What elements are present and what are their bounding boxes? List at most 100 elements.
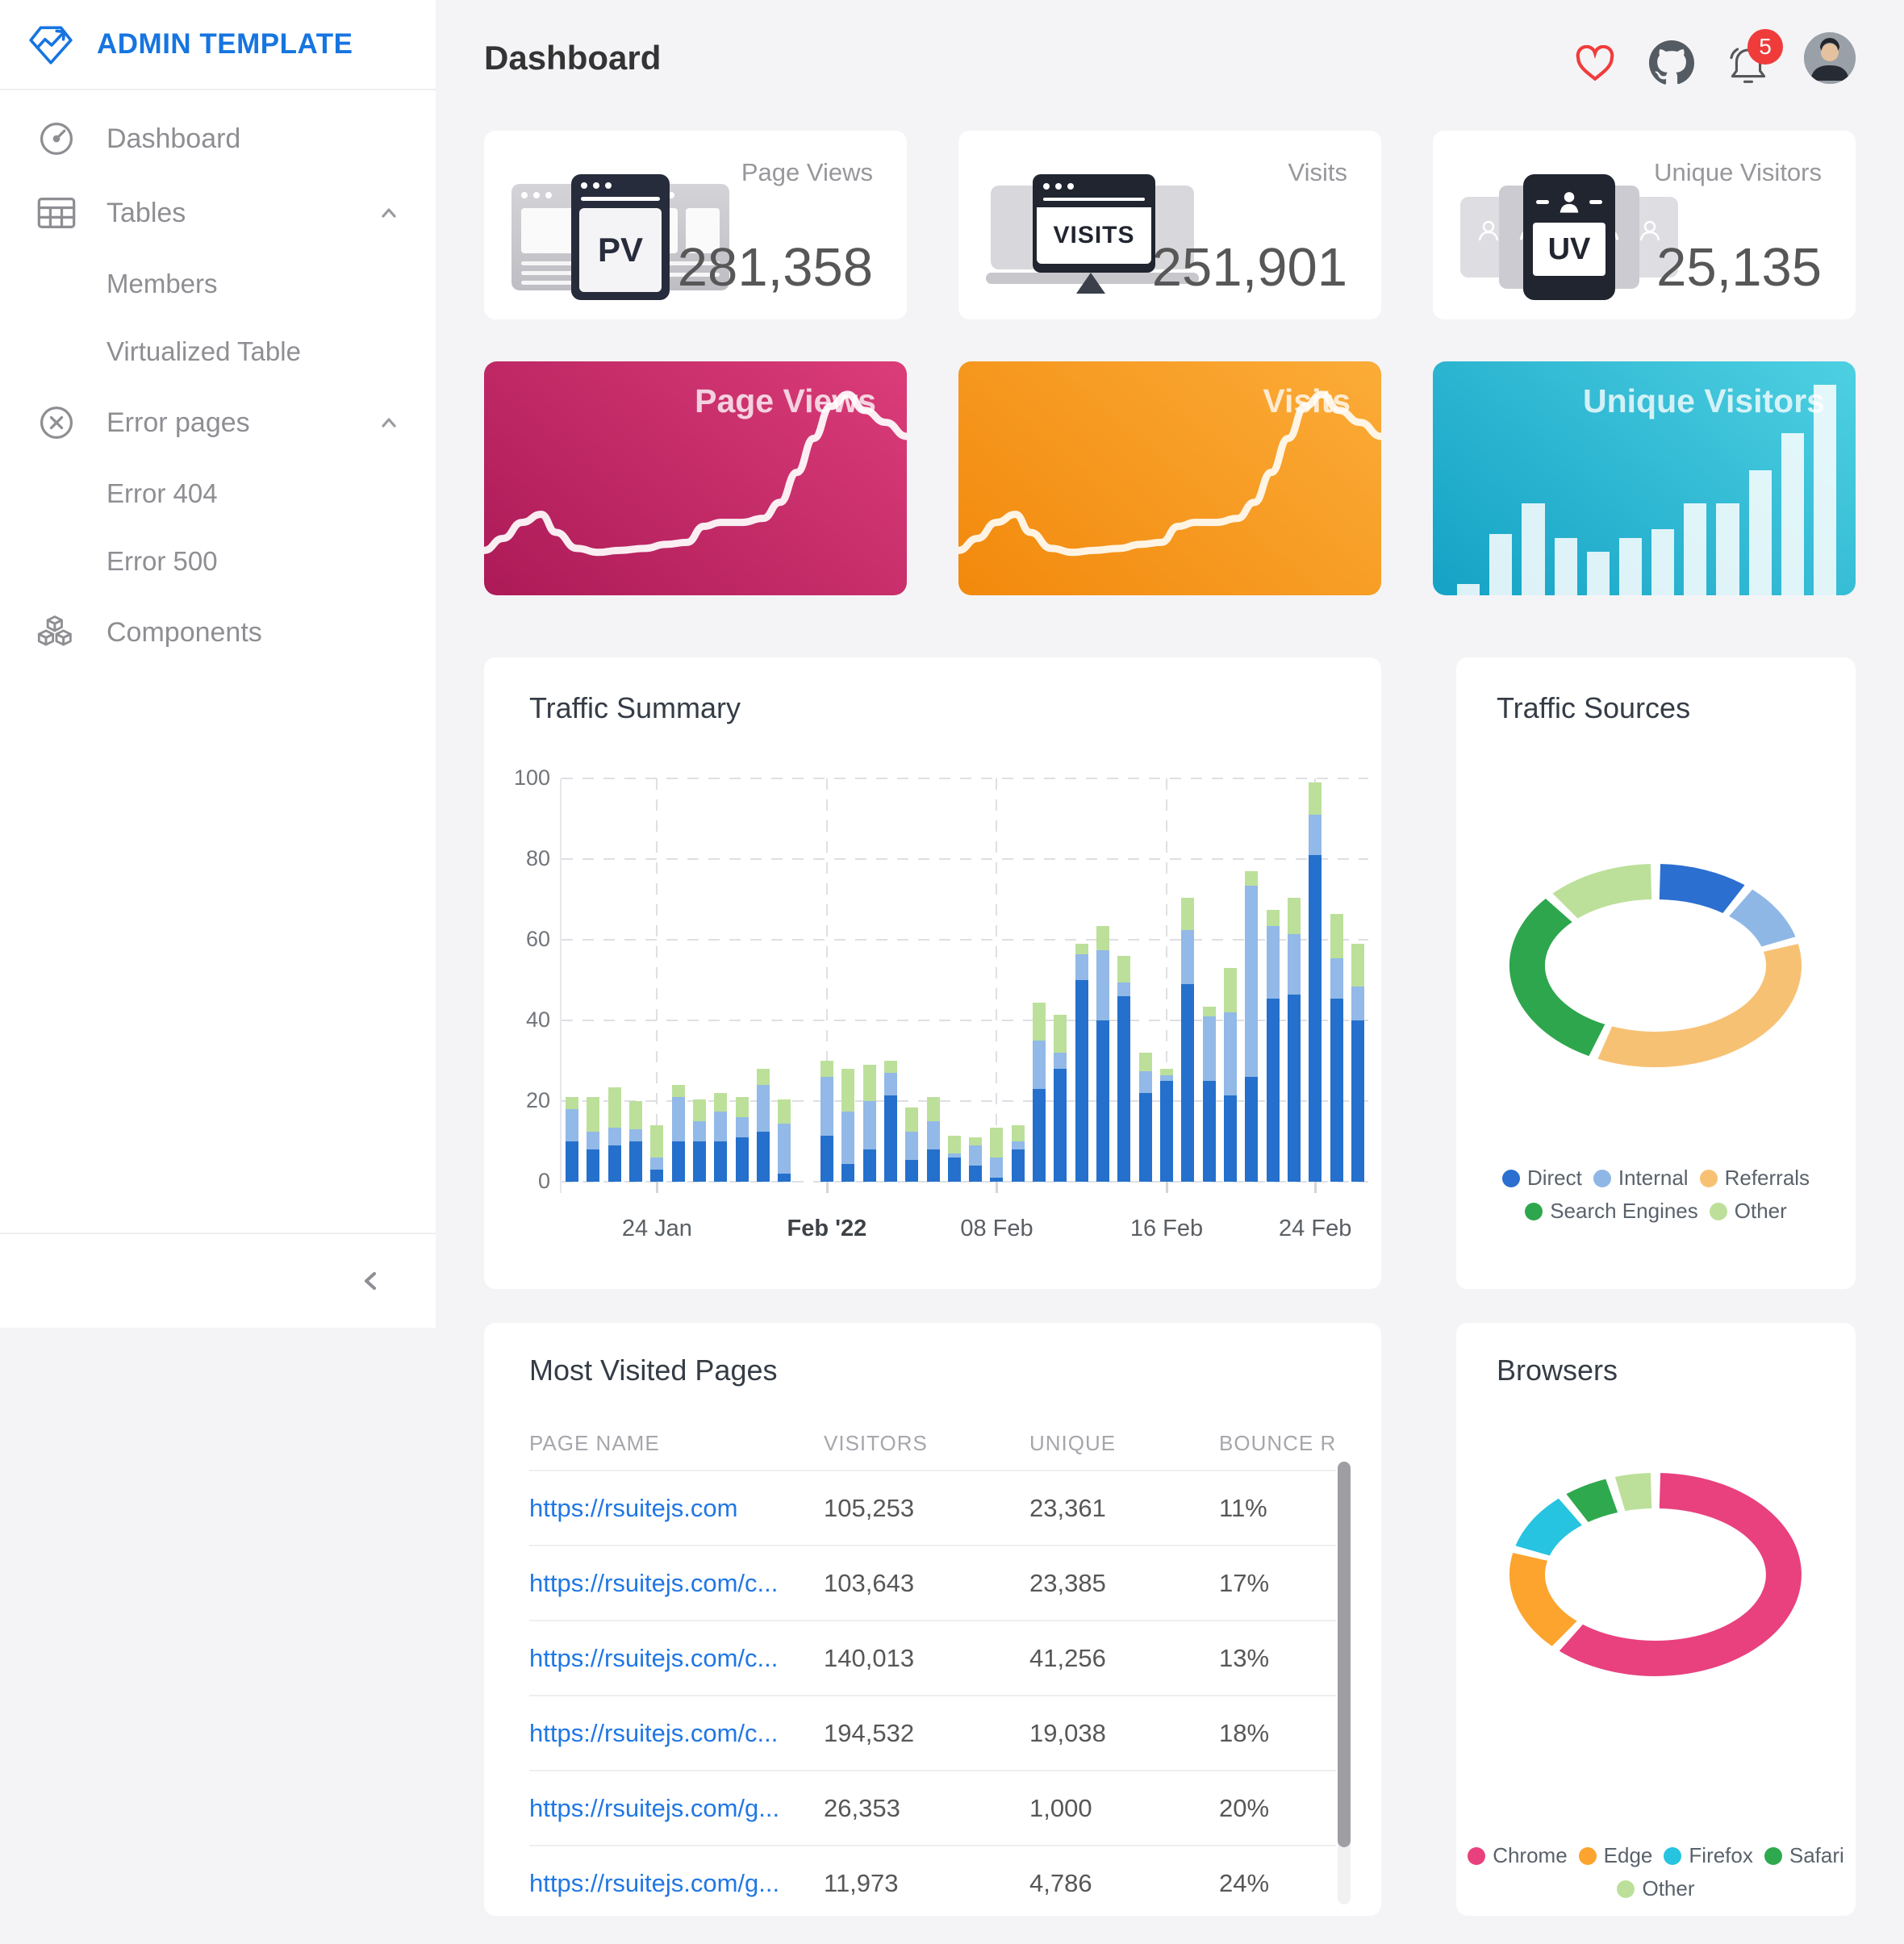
legend-item: Edge [1579,1843,1653,1868]
sidebar-item-dashboard[interactable]: Dashboard [0,102,436,176]
traffic-summary-bar [1267,910,1280,1183]
traffic-summary-bar [1351,944,1364,1182]
sidebar-subitem-label: Error 404 [106,478,218,509]
bar-segment-secondary [1054,1053,1067,1069]
heart-icon[interactable] [1575,45,1615,82]
bar-segment-primary [841,1164,854,1183]
table-scrollbar-thumb[interactable] [1338,1462,1351,1847]
page-link[interactable]: https://rsuitejs.com [529,1494,737,1522]
table-column-header: VISITORS [824,1431,1029,1456]
bar-segment-tertiary [905,1108,918,1132]
stat-card-visits: Visits VISITS 251,901 [958,131,1381,319]
trend-bar [1555,538,1577,595]
bar-segment-primary [1096,1020,1109,1182]
page-name-cell: https://rsuitejs.com [529,1494,824,1523]
bar-segment-tertiary [884,1061,897,1073]
table-row: https://rsuitejs.com105,25323,36111% [529,1470,1336,1545]
trend-bar [1684,503,1706,595]
bar-segment-primary [990,1178,1003,1182]
x-axis-tick [996,1182,998,1193]
bar-segment-tertiary [1288,898,1301,934]
gridline [562,858,1368,860]
page-link[interactable]: https://rsuitejs.com/g... [529,1794,779,1822]
bar-segment-tertiary [863,1065,876,1101]
donut-slice-firefox [1514,1497,1583,1556]
x-axis-tick [656,1182,658,1193]
bar-segment-tertiary [1245,871,1258,886]
donut-slice-other [1614,1472,1653,1512]
uv-icon-text: UV [1533,223,1605,276]
bar-segment-primary [948,1158,961,1182]
sidebar-item-label: Components [106,617,262,649]
bar-segment-secondary [566,1109,578,1141]
sidebar-footer [0,1233,436,1328]
legend-item: Other [1710,1199,1787,1224]
traffic-summary-bar [608,1087,621,1183]
brand[interactable]: ADMIN TEMPLATE [0,0,436,90]
traffic-summary-bar [1033,1003,1046,1183]
legend-item: Search Engines [1525,1199,1698,1224]
bar-segment-primary [672,1141,685,1182]
bar-segment-secondary [884,1073,897,1095]
stat-label: Page Views [741,158,873,187]
sidebar-item-members[interactable]: Members [0,250,436,318]
page-link[interactable]: https://rsuitejs.com/g... [529,1869,779,1897]
table-header-row: PAGE NAMEVISITORSUNIQUEBOUNCE RATE [529,1416,1336,1470]
unique-visitors-trend-card[interactable]: Unique Visitors [1433,361,1856,595]
bar-segment-primary [1245,1077,1258,1182]
sidebar-item-error-500[interactable]: Error 500 [0,528,436,595]
browsers-card: Browsers ChromeEdgeFirefoxSafariOther [1456,1323,1856,1916]
bar-segment-secondary [1288,934,1301,995]
sidebar-item-error-404[interactable]: Error 404 [0,460,436,528]
avatar-image [1804,32,1856,84]
bar-segment-tertiary [650,1125,663,1158]
unique-cell: 4,786 [1029,1869,1219,1898]
traffic-summary-bar [1139,1053,1152,1182]
github-icon[interactable] [1649,40,1694,86]
table-row: https://rsuitejs.com/c...103,64323,38517… [529,1545,1336,1620]
bar-segment-tertiary [1160,1069,1173,1075]
legend-dot-icon [1664,1847,1681,1865]
bar-segment-tertiary [672,1085,685,1097]
bar-segment-secondary [1139,1071,1152,1094]
page-link[interactable]: https://rsuitejs.com/c... [529,1644,778,1672]
page-views-trend-card[interactable]: Page Views [484,361,907,595]
bar-segment-tertiary [587,1097,599,1132]
legend-label: Direct [1527,1166,1582,1191]
page-link[interactable]: https://rsuitejs.com/c... [529,1569,778,1597]
page-name-cell: https://rsuitejs.com/c... [529,1569,824,1598]
bar-segment-secondary [1245,886,1258,1078]
sidebar-item-error-pages[interactable]: Error pages [0,386,436,460]
bar-segment-primary [714,1141,727,1182]
bar-segment-tertiary [841,1069,854,1112]
sidebar-item-components[interactable]: Components [0,595,436,670]
bar-segment-primary [1309,855,1322,1182]
sidebar-item-virtualized-table[interactable]: Virtualized Table [0,318,436,386]
legend-dot-icon [1468,1847,1485,1865]
collapse-sidebar-button[interactable] [358,1267,382,1295]
trend-bar [1619,538,1642,595]
traffic-summary-bar [1054,1015,1067,1183]
traffic-sources-legend: DirectInternalReferralsSearch EnginesOth… [1463,1166,1850,1224]
x-axis-label: 16 Feb [1102,1216,1231,1242]
legend-item: Internal [1593,1166,1689,1191]
legend-dot-icon [1710,1203,1727,1220]
avatar[interactable] [1804,32,1856,84]
chevron-up-icon [378,411,400,434]
traffic-summary-bar [714,1093,727,1182]
x-axis-label: 08 Feb [932,1216,1061,1242]
donut-slice-edge [1509,1552,1578,1647]
sidebar-item-tables[interactable]: Tables [0,176,436,250]
traffic-summary-bar [1096,926,1109,1183]
trend-bar [1749,470,1772,595]
visits-trend-card[interactable]: Visits [958,361,1381,595]
page-link[interactable]: https://rsuitejs.com/c... [529,1719,778,1747]
bar-segment-secondary [927,1121,940,1149]
bar-segment-tertiary [693,1099,706,1122]
bar-segment-tertiary [1330,914,1343,958]
bar-segment-secondary [905,1132,918,1160]
bar-segment-tertiary [736,1097,749,1117]
table-column-header: UNIQUE [1029,1431,1219,1456]
table-scrollbar-track[interactable] [1338,1462,1351,1904]
visitors-cell: 26,353 [824,1794,1029,1823]
